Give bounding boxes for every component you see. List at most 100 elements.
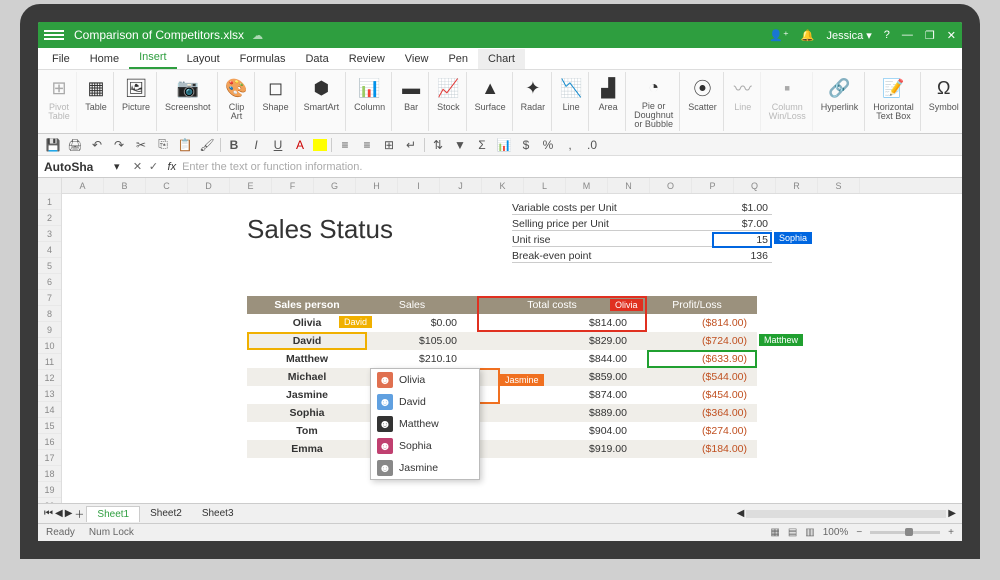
wrap-text-icon[interactable]: ↵ [402,137,420,153]
decimal-icon[interactable]: .0 [583,137,601,153]
menu-tab-view[interactable]: View [395,49,439,69]
view-page-icon[interactable]: ▤ [788,527,797,538]
menu-tab-review[interactable]: Review [339,49,395,69]
format-painter-icon[interactable]: 🖌 [198,137,216,153]
prev-sheet-icon[interactable]: ◀ [55,508,63,519]
zoom-level[interactable]: 100% [823,527,849,538]
filter-icon[interactable]: ▼ [451,137,469,153]
sheet-tab[interactable]: Sheet2 [140,506,192,522]
redo-icon[interactable]: ↷ [110,137,128,153]
hscroll-right-icon[interactable]: ▶ [948,508,956,519]
table-row[interactable]: Jasmine0$874.00($454.00) [247,386,757,404]
sheet-tab[interactable]: Sheet1 [86,506,140,522]
menu-tab-file[interactable]: File [42,49,80,69]
table-row[interactable]: Emma$919.00($184.00) [247,440,757,458]
next-sheet-icon[interactable]: ▶ [65,508,73,519]
user-option[interactable]: ☻Olivia [371,369,479,391]
sum-icon[interactable]: Σ [473,137,491,153]
spreadsheet-grid[interactable]: 12345678910111213141516171819202122 ABCD… [38,178,962,503]
ribbon-area[interactable]: ▟Area [591,72,626,131]
ribbon-shape[interactable]: ◻Shape [257,72,296,131]
summary-row[interactable]: Variable costs per Unit$1.00 [512,200,772,216]
ribbon-hyperlink[interactable]: 🔗Hyperlink [815,72,866,131]
minimize-icon[interactable]: — [902,29,913,41]
first-sheet-icon[interactable]: ⏮ [44,508,53,519]
menu-tab-home[interactable]: Home [80,49,129,69]
summary-row[interactable]: Selling price per Unit$7.00 [512,216,772,232]
ribbon-screenshot[interactable]: 📷Screenshot [159,72,218,131]
table-row[interactable]: Tom$904.00($274.00) [247,422,757,440]
menu-tab-insert[interactable]: Insert [129,47,177,69]
italic-icon[interactable]: I [247,137,265,153]
close-icon[interactable]: ✕ [947,29,956,42]
sort-icon[interactable]: ⇅ [429,137,447,153]
status-bar: Ready Num Lock ▦ ▤ ▥ 100% − + [38,523,962,541]
user-option[interactable]: ☻Matthew [371,413,479,435]
confirm-formula-icon[interactable]: ✓ [146,160,162,173]
percent-icon[interactable]: % [539,137,557,153]
font-color-icon[interactable]: A [291,137,309,153]
ribbon-symbol[interactable]: ΩSymbol [923,72,965,131]
underline-icon[interactable]: U [269,137,287,153]
menu-tab-layout[interactable]: Layout [177,49,230,69]
ribbon-stock[interactable]: 📈Stock [431,72,467,131]
chevron-down-icon[interactable]: ▾ [114,160,120,173]
user-option[interactable]: ☻Jasmine [371,457,479,479]
user-option[interactable]: ☻Sophia [371,435,479,457]
cancel-formula-icon[interactable]: ✕ [130,160,146,173]
ribbon-smartart[interactable]: ⬢SmartArt [298,72,347,131]
user-option[interactable]: ☻David [371,391,479,413]
ribbon-horizontal-text-box[interactable]: 📝Horizontal Text Box [867,72,921,131]
zoom-slider[interactable] [870,531,940,534]
cell-reference[interactable]: AutoSha [44,160,114,174]
summary-row[interactable]: Break-even point136 [512,248,772,264]
ribbon-bar[interactable]: ▬Bar [394,72,429,131]
notification-icon[interactable]: 🔔 [801,29,815,42]
menu-tab-data[interactable]: Data [295,49,338,69]
ribbon-radar[interactable]: ✦Radar [515,72,553,131]
ribbon-scatter[interactable]: ⦿Scatter [682,72,724,131]
restore-icon[interactable]: ❐ [925,29,935,42]
fill-color-icon[interactable] [313,139,327,151]
currency-icon[interactable]: $ [517,137,535,153]
sheet-tab[interactable]: Sheet3 [192,506,244,522]
cloud-sync-icon[interactable]: ☁ [252,29,263,42]
zoom-out-icon[interactable]: − [856,527,862,538]
align-center-icon[interactable]: ≡ [358,137,376,153]
ribbon-clip-art[interactable]: 🎨Clip Art [220,72,255,131]
merge-icon[interactable]: ⊞ [380,137,398,153]
ribbon-pivot-table: ⊞Pivot Table [42,72,77,131]
save-icon[interactable]: 💾 [44,137,62,153]
help-icon[interactable]: ? [884,29,890,41]
ribbon-line[interactable]: 📉Line [554,72,589,131]
view-break-icon[interactable]: ▥ [805,527,814,538]
align-left-icon[interactable]: ≡ [336,137,354,153]
menu-tab-formulas[interactable]: Formulas [230,49,296,69]
user-dropdown[interactable]: ☻Olivia☻David☻Matthew☻Sophia☻Jasmine [370,368,480,480]
cut-icon[interactable]: ✂ [132,137,150,153]
bold-icon[interactable]: B [225,137,243,153]
add-sheet-icon[interactable]: ＋ [74,506,84,521]
user-menu[interactable]: Jessica ▾ [827,29,872,42]
ribbon-pie-or-doughnut-or-bubble[interactable]: ◔Pie or Doughnut or Bubble [628,72,680,131]
ribbon-picture[interactable]: 🖼Picture [116,72,157,131]
formula-input[interactable]: Enter the text or function information. [182,161,956,173]
zoom-in-icon[interactable]: + [948,527,954,538]
share-icon[interactable]: 👤⁺ [769,29,789,42]
print-icon[interactable]: 🖨 [66,137,84,153]
chart-icon[interactable]: 📊 [495,137,513,153]
paste-icon[interactable]: 📋 [176,137,194,153]
ribbon-surface[interactable]: ▲Surface [469,72,513,131]
view-normal-icon[interactable]: ▦ [770,527,779,538]
fx-icon[interactable]: fx [168,161,177,173]
menu-tab-chart[interactable]: Chart [478,49,525,69]
menu-tab-pen[interactable]: Pen [438,49,478,69]
hamburger-icon[interactable] [44,30,64,40]
table-row[interactable]: Sophia$889.00($364.00) [247,404,757,422]
hscroll-left-icon[interactable]: ◀ [737,508,745,519]
ribbon-table[interactable]: ▦Table [79,72,114,131]
copy-icon[interactable]: ⎘ [154,137,172,153]
comma-icon[interactable]: , [561,137,579,153]
ribbon-column[interactable]: 📊Column [348,72,392,131]
undo-icon[interactable]: ↶ [88,137,106,153]
